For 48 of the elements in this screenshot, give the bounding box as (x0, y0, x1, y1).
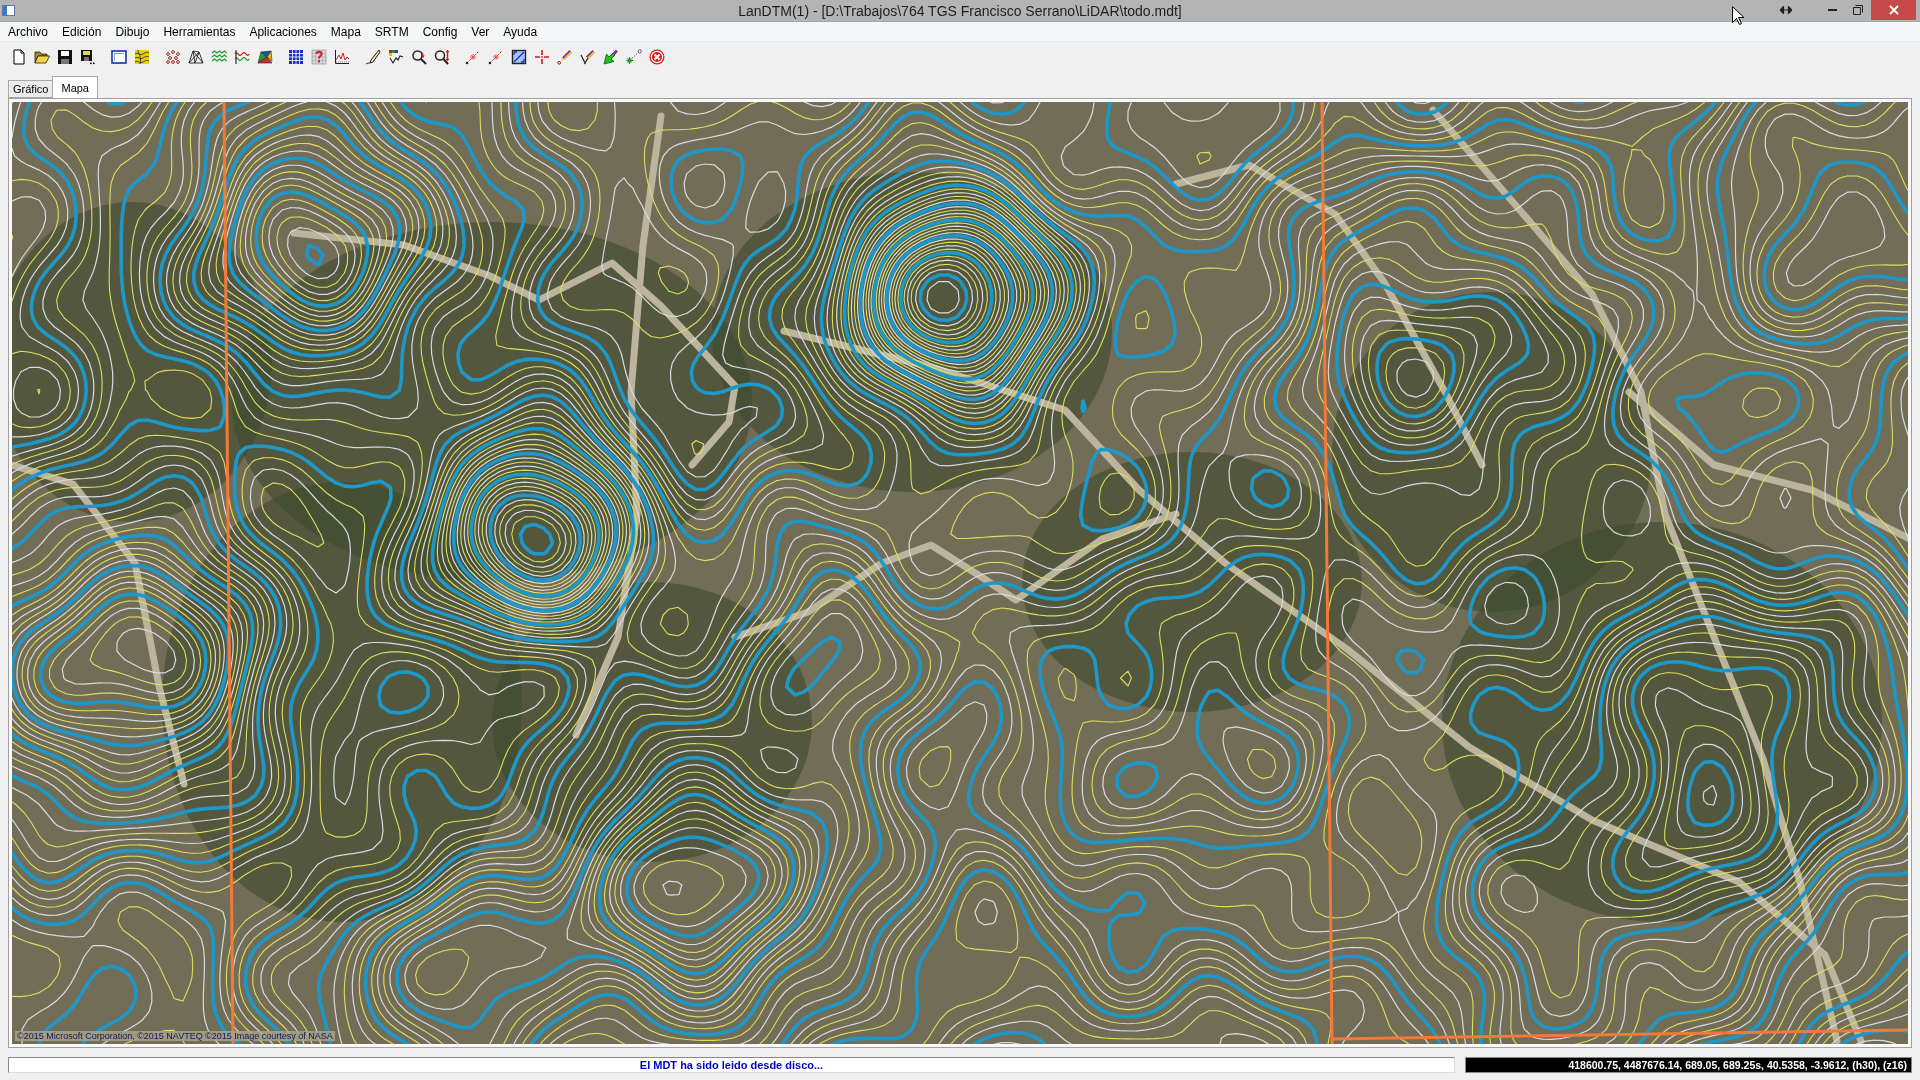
menu-item[interactable]: Dibujo (108, 23, 157, 40)
dotted-line-icon[interactable] (625, 49, 642, 65)
colored-waves-icon[interactable] (233, 49, 250, 65)
new-document-icon[interactable] (10, 49, 27, 65)
status-message: El MDT ha sido leido desde disco... (8, 1057, 1455, 1073)
open-folder-icon[interactable] (33, 49, 50, 65)
resize-arrows-icon[interactable] (1780, 6, 1792, 14)
colored-mesh-icon[interactable] (256, 49, 273, 65)
menu-item[interactable]: Aplicaciones (242, 23, 324, 40)
chart-icon[interactable] (333, 49, 350, 65)
pencil-icon[interactable] (556, 49, 573, 65)
pen-icon[interactable] (364, 49, 381, 65)
menu-item[interactable]: Edición (55, 23, 109, 40)
menu-item[interactable]: Config (415, 23, 465, 40)
grid-icon[interactable] (287, 49, 304, 65)
stop-icon[interactable] (648, 49, 665, 65)
sparkle-line-icon[interactable] (464, 49, 481, 65)
square-diagonal-icon[interactable] (510, 49, 527, 65)
menu-item[interactable]: Ver (464, 23, 497, 40)
frame-icon[interactable] (110, 49, 127, 65)
points-icon[interactable] (164, 49, 181, 65)
zoom-refresh-icon[interactable] (410, 49, 427, 65)
grid-question-icon[interactable] (310, 49, 327, 65)
crosshair-icon[interactable] (533, 49, 550, 65)
arrow-pencil-icon[interactable] (602, 49, 619, 65)
pencil-check-icon[interactable] (579, 49, 596, 65)
save-icon[interactable] (56, 49, 73, 65)
minimize-icon (1827, 9, 1837, 11)
close-button[interactable] (1871, 0, 1916, 20)
status-coordinates: 418600.75, 4487676.14, 689.05, 689.25s, 40.5358, -3.9612, (h30), (z16) (1465, 1057, 1912, 1073)
menu-item[interactable]: SRTM (367, 23, 416, 40)
mesh-icon[interactable] (187, 49, 204, 65)
contour-icon[interactable] (133, 49, 150, 65)
menu-item[interactable]: Archivo (1, 23, 55, 40)
tab[interactable]: Gráfico (8, 80, 54, 98)
save-as-icon[interactable] (79, 49, 96, 65)
tab[interactable]: Mapa (52, 76, 98, 98)
zoom-arrows-icon[interactable] (433, 49, 450, 65)
sparkle-line-icon[interactable] (487, 49, 504, 65)
palette-line-icon[interactable] (387, 49, 404, 65)
menu-item[interactable]: Herramientas (156, 23, 243, 40)
app-window-icon[interactable] (2, 5, 15, 16)
close-icon (1888, 5, 1899, 15)
menu-item[interactable]: Mapa (323, 23, 368, 40)
window-title: LanDTM(1) - [D:\Trabajos\764 TGS Francisco Serrano\LiDAR\todo.mdt] (738, 2, 1182, 19)
restore-icon (1853, 5, 1863, 15)
map-attribution: ©2015 Microsoft Corporation, ©2015 NAVTEQ ©2015 Image courtesy of NASA (15, 1031, 335, 1041)
menu-item[interactable]: Ayuda (496, 23, 545, 40)
